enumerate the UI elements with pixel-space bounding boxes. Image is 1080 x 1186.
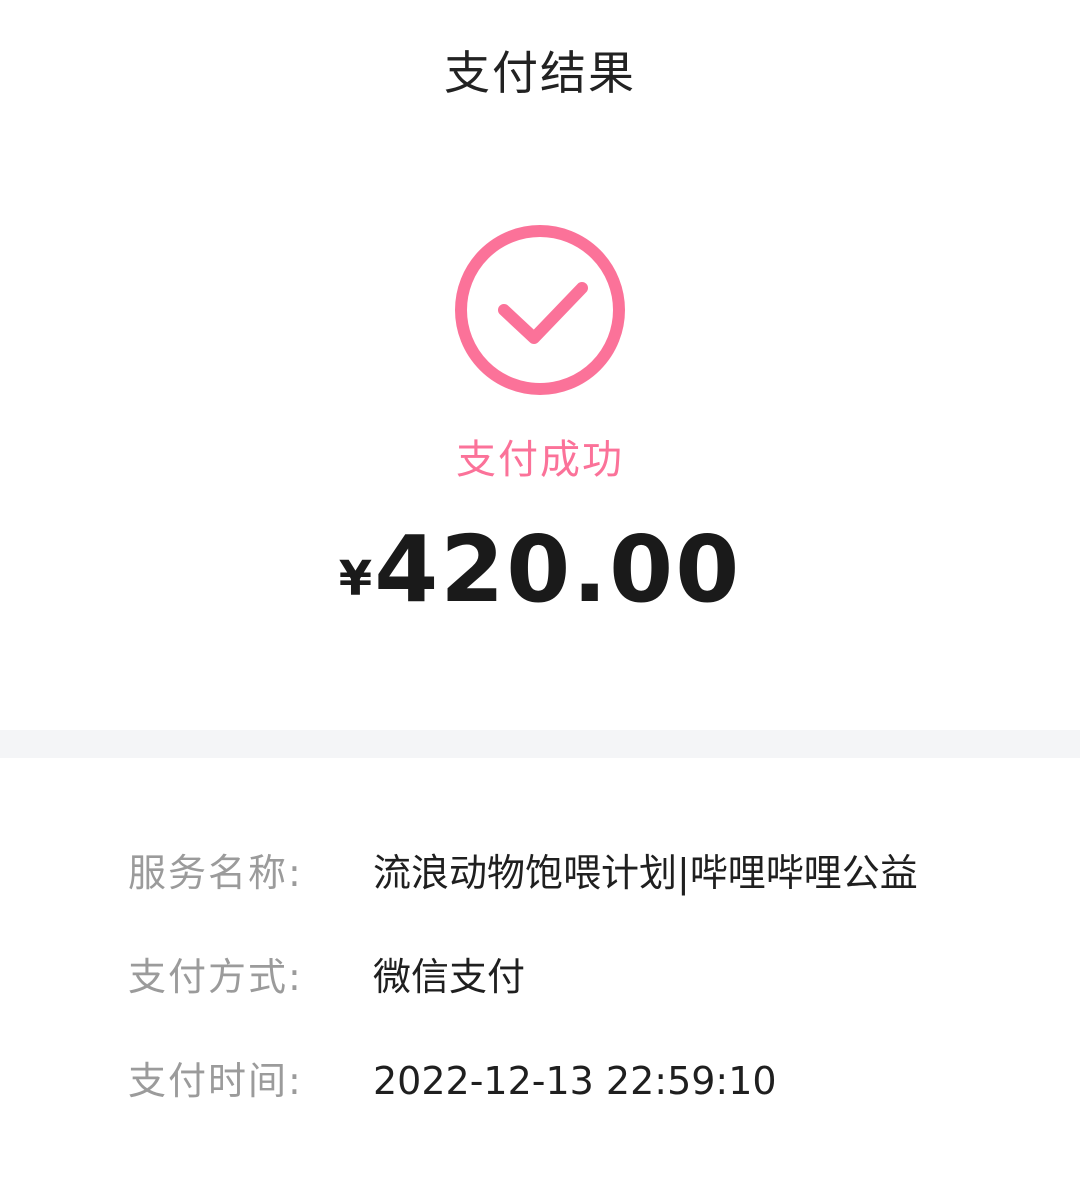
detail-value: 微信支付	[373, 955, 526, 999]
currency-symbol: ¥	[338, 551, 373, 607]
detail-row-time: 支付时间: 2022-12-13 22:59:10	[0, 1046, 1080, 1150]
detail-label: 支付时间:	[128, 1059, 303, 1103]
detail-label: 支付方式:	[128, 955, 303, 999]
section-divider	[0, 730, 1080, 758]
detail-label: 服务名称:	[128, 851, 303, 895]
detail-value: 2022-12-13 22:59:10	[373, 1059, 777, 1103]
detail-value: 流浪动物饱喂计划|哔哩哔哩公益	[373, 851, 918, 895]
detail-row-method: 支付方式: 微信支付	[0, 942, 1080, 1046]
payment-amount: ¥420.00	[0, 520, 1080, 620]
detail-row-service: 服务名称: 流浪动物饱喂计划|哔哩哔哩公益	[0, 838, 1080, 942]
payment-details: 服务名称: 流浪动物饱喂计划|哔哩哔哩公益 支付方式: 微信支付 支付时间: 2…	[0, 838, 1080, 1150]
page-title: 支付结果	[444, 46, 636, 100]
amount-value: 420.00	[374, 516, 742, 623]
status-text: 支付成功	[456, 437, 624, 483]
check-circle-icon	[455, 225, 625, 395]
